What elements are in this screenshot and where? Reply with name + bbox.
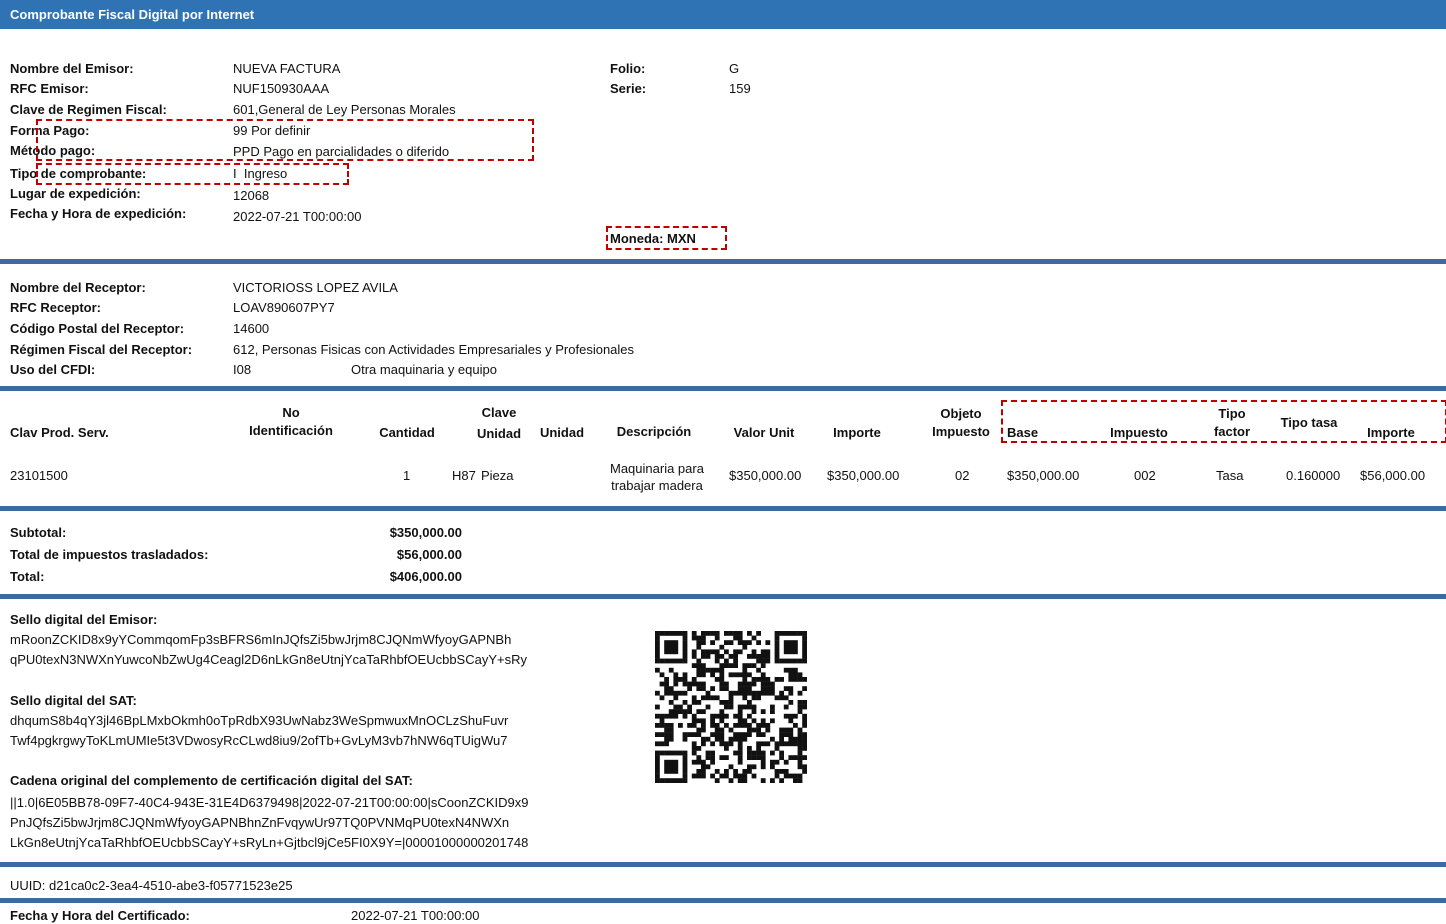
regimen-fiscal-label: Clave de Regimen Fiscal: — [10, 102, 167, 117]
uuid: UUID: d21ca0c2-3ea4-4510-abe3-f05771523e… — [10, 878, 293, 893]
folio: G — [729, 61, 740, 76]
col-importe: Importe — [833, 425, 881, 440]
highlight-moneda — [606, 226, 727, 250]
cell-clave-unidad: H87 — [452, 468, 476, 483]
serie: 159 — [729, 81, 751, 96]
subtotal-value: $350,000.00 — [389, 525, 462, 540]
folio-label: Folio: — [610, 61, 646, 76]
sello-sat-line-1: dhqumS8b4qY3jl46BpLMxbOkmh0oTpRdbX93UwNa… — [10, 713, 509, 728]
emisor-nombre: NUEVA FACTURA — [233, 61, 341, 76]
lugar-expedicion-label: Lugar de expedición: — [10, 186, 141, 201]
cell-importe-impuesto: $56,000.00 — [1360, 468, 1426, 483]
receptor-regimen: 612, Personas Fisicas con Actividades Em… — [233, 342, 635, 357]
sello-emisor-line-2: qPU0texN3NWXnYuwcoNbZwUg4Ceagl2D6nLkGn8e… — [10, 652, 527, 667]
cell-base: $350,000.00 — [1007, 468, 1080, 483]
section-divider — [0, 862, 1446, 867]
section-divider — [0, 386, 1446, 391]
qr-code-icon — [650, 626, 818, 800]
receptor-rfc-label: RFC Receptor: — [10, 300, 102, 315]
receptor-cp: 14600 — [233, 321, 270, 336]
section-divider — [0, 898, 1446, 903]
impuestos-value: $56,000.00 — [396, 547, 462, 562]
impuestos-label: Total de impuestos trasladados: — [10, 547, 209, 562]
cell-unidad: Pieza — [481, 468, 514, 483]
highlight-tipo-comprobante — [36, 163, 349, 185]
cell-tipo-factor: Tasa — [1216, 468, 1244, 483]
total-label: Total: — [10, 569, 45, 584]
cell-cantidad: 1 — [403, 468, 411, 483]
cell-descripcion: Maquinaria para trabajar madera — [610, 461, 704, 493]
cadena-original-line-1: ||1.0|6E05BB78-09F7-40C4-943E-31E4D63794… — [10, 795, 529, 810]
cadena-original-line-2: PnJQfsZi5bwJrjm8CJQNmWfyoyGAPNBhnZnFvqyw… — [10, 815, 510, 830]
sello-emisor-line-1: mRoonZCKID8x9yYCommqomFp3sBFRS6mInJQfsZi… — [10, 632, 512, 647]
serie-label: Serie: — [610, 81, 647, 96]
fecha-expedicion-label: Fecha y Hora de expedición: — [10, 206, 187, 221]
uso-cfdi-label: Uso del CFDI: — [10, 362, 96, 377]
regimen-fiscal: 601,General de Ley Personas Morales — [233, 102, 456, 117]
certificado-fecha: 2022-07-21 T00:00:00 — [351, 908, 480, 923]
total-value: $406,000.00 — [389, 569, 462, 584]
highlight-impuestos — [1001, 400, 1446, 443]
cell-clave-prod: 23101500 — [10, 468, 68, 483]
cell-valor-unit: $350,000.00 — [729, 468, 802, 483]
cell-importe: $350,000.00 — [827, 468, 900, 483]
col-descripcion: Descripción — [616, 424, 692, 439]
section-divider — [0, 259, 1446, 264]
emisor-rfc-label: RFC Emisor: — [10, 81, 89, 96]
receptor-nombre: VICTORIOSS LOPEZ AVILA — [233, 280, 398, 295]
subtotal-label: Subtotal: — [10, 525, 67, 540]
document-title: Comprobante Fiscal Digital por Internet — [10, 7, 255, 22]
receptor-rfc: LOAV890607PY7 — [233, 300, 335, 315]
col-unidad: Unidad — [539, 425, 585, 440]
section-divider — [0, 506, 1446, 511]
cell-objeto: 02 — [955, 468, 970, 483]
col-objeto-impuesto: Objeto Impuesto — [932, 406, 990, 439]
uso-cfdi-code: I08 — [233, 362, 252, 377]
emisor-rfc: NUF150930AAA — [233, 81, 330, 96]
sello-sat-line-2: Twf4pgkrgwyToKLmUMIe5t3VDwosyRcCLwd8iu9/… — [10, 733, 508, 748]
col-clave-unidad: Clave Unidad — [476, 405, 522, 441]
col-cantidad: Cantidad — [379, 425, 435, 440]
cadena-original-line-3: LkGn8eUtnjYcaTaRhbfOEUcbbSCayY+sRyLn+Gjt… — [10, 835, 529, 850]
fecha-expedicion: 2022-07-21 T00:00:00 — [233, 209, 362, 224]
emisor-nombre-label: Nombre del Emisor: — [10, 61, 134, 76]
receptor-regimen-label: Régimen Fiscal del Receptor: — [10, 342, 193, 357]
receptor-cp-label: Código Postal del Receptor: — [10, 321, 185, 336]
certificado-label: Fecha y Hora del Certificado: — [10, 908, 190, 923]
receptor-nombre-label: Nombre del Receptor: — [10, 280, 146, 295]
col-clave-prod: Clav Prod. Serv. — [10, 425, 109, 440]
col-valor-unit: Valor Unit — [733, 425, 795, 440]
cell-impuesto: 002 — [1134, 468, 1156, 483]
cadena-original-label: Cadena original del complemento de certi… — [10, 773, 413, 788]
document-header: Comprobante Fiscal Digital por Internet — [0, 0, 1446, 29]
section-divider — [0, 594, 1446, 599]
highlight-pago — [36, 119, 534, 161]
sello-sat-label: Sello digital del SAT: — [10, 693, 137, 708]
lugar-expedicion: 12068 — [233, 188, 270, 203]
cell-tipo-tasa: 0.160000 — [1286, 468, 1341, 483]
sello-emisor-label: Sello digital del Emisor: — [10, 612, 158, 627]
col-no-identificacion: No Identificación — [249, 405, 333, 438]
uso-cfdi-desc: Otra maquinaria y equipo — [351, 362, 497, 377]
